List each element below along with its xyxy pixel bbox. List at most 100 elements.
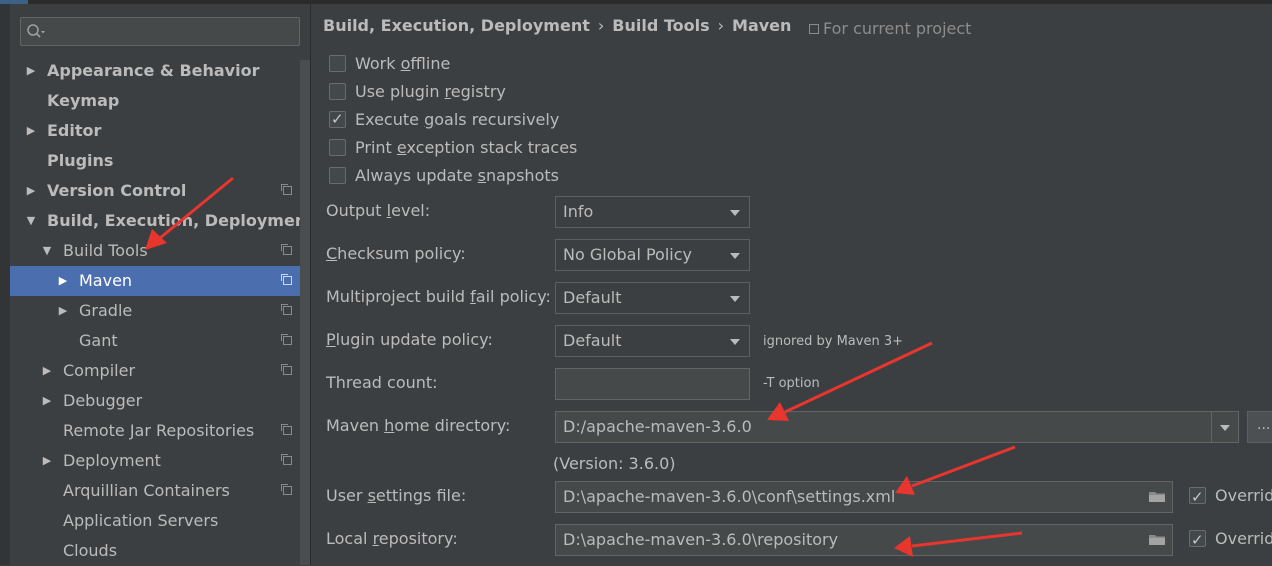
sidebar-item-editor[interactable]: ▶ Editor bbox=[10, 116, 300, 146]
sidebar-item-label: Compiler bbox=[63, 361, 136, 380]
chevron-down-icon bbox=[730, 253, 740, 259]
checkbox-box[interactable] bbox=[329, 83, 346, 100]
sidebar-item-remote-jar-repositories[interactable]: Remote Jar Repositories bbox=[10, 416, 300, 446]
sidebar-item-appearance-behavior[interactable]: ▶ Appearance & Behavior bbox=[10, 56, 300, 86]
sidebar-item-application-servers[interactable]: Application Servers bbox=[10, 506, 300, 536]
sidebar-item-label: Maven bbox=[79, 271, 133, 290]
sidebar-item-compiler[interactable]: ▶ Compiler bbox=[10, 356, 300, 386]
checkbox-box[interactable] bbox=[1189, 525, 1206, 555]
checkbox-label: Work offline bbox=[355, 54, 451, 73]
sidebar-item-label: Clouds bbox=[63, 541, 118, 560]
sidebar-edge bbox=[0, 4, 10, 565]
sidebar-item-build-execution-deployment[interactable]: ▼ Build, Execution, Deployment bbox=[10, 206, 314, 236]
sidebar-item-label: Plugins bbox=[47, 151, 114, 170]
collapsed-arrow-icon[interactable]: ▶ bbox=[40, 446, 54, 476]
sidebar-item-label: Deployment bbox=[63, 451, 161, 470]
project-scope-icon bbox=[281, 454, 292, 465]
project-scope-icon bbox=[281, 184, 292, 195]
sidebar-item-label: Arquillian Containers bbox=[63, 481, 230, 500]
breadcrumb-part-build-execution[interactable]: Build, Execution, Deployment bbox=[323, 16, 590, 35]
chevron-down-icon bbox=[730, 339, 740, 345]
sidebar-item-label: Gant bbox=[79, 331, 118, 350]
sidebar-scrollbar[interactable] bbox=[300, 60, 310, 565]
breadcrumb: Build, Execution, Deployment › Build Tools… bbox=[323, 16, 791, 35]
breadcrumb-part-build-tools[interactable]: Build Tools bbox=[612, 16, 709, 35]
scope-text: For current project bbox=[823, 19, 972, 38]
sidebar-item-label: Build, Execution, Deployment bbox=[47, 211, 314, 230]
expanded-arrow-icon[interactable]: ▼ bbox=[24, 206, 38, 236]
user-settings-input[interactable]: D:\apache-maven-3.6.0\conf\settings.xml bbox=[555, 481, 1173, 513]
maven-home-label: Maven home directory: bbox=[326, 416, 511, 435]
collapsed-arrow-icon[interactable]: ▶ bbox=[24, 116, 38, 146]
sidebar-item-keymap[interactable]: Keymap bbox=[10, 86, 300, 116]
sidebar-item-gradle[interactable]: ▶ Gradle bbox=[10, 296, 300, 326]
folder-icon[interactable] bbox=[1148, 533, 1166, 546]
folder-icon[interactable] bbox=[1148, 490, 1166, 503]
dropdown-value: Info bbox=[563, 202, 594, 221]
maven-home-browse-button[interactable]: ... bbox=[1247, 411, 1272, 443]
checkbox-label: Print exception stack traces bbox=[355, 138, 578, 157]
sidebar-item-version-control[interactable]: ▶ Version Control bbox=[10, 176, 300, 206]
user-settings-value: D:\apache-maven-3.6.0\conf\settings.xml bbox=[563, 487, 896, 506]
sidebar-item-plugins[interactable]: Plugins bbox=[10, 146, 300, 176]
project-scope-icon bbox=[281, 484, 292, 495]
checkbox-label: Always update snapshots bbox=[355, 166, 559, 185]
sidebar-item-build-tools[interactable]: ▼ Build Tools bbox=[10, 236, 300, 266]
sidebar-item-arquillian-containers[interactable]: Arquillian Containers bbox=[10, 476, 300, 506]
collapsed-arrow-icon[interactable]: ▶ bbox=[40, 356, 54, 386]
override-label: Override bbox=[1215, 529, 1272, 548]
collapsed-arrow-icon[interactable]: ▶ bbox=[40, 386, 54, 416]
checkbox-label: Use plugin registry bbox=[355, 82, 506, 101]
checkbox-box[interactable] bbox=[1189, 482, 1206, 512]
search-input[interactable] bbox=[49, 21, 293, 43]
breadcrumb-part-maven: Maven bbox=[732, 16, 792, 35]
maven-home-value: D:/apache-maven-3.6.0 bbox=[563, 417, 752, 436]
combo-divider bbox=[1211, 412, 1212, 442]
output-level-label: Output level: bbox=[326, 201, 431, 220]
dropdown-value: Default bbox=[563, 331, 622, 350]
thread-count-label: Thread count: bbox=[326, 373, 438, 392]
checkbox-box[interactable] bbox=[329, 167, 346, 184]
user-settings-label: User settings file: bbox=[326, 486, 467, 505]
local-repository-value: D:\apache-maven-3.6.0\repository bbox=[563, 530, 839, 549]
sidebar-item-gant[interactable]: Gant bbox=[10, 326, 300, 356]
thread-count-input[interactable] bbox=[555, 368, 750, 400]
plugin-update-note: ignored by Maven 3+ bbox=[763, 334, 903, 349]
collapsed-arrow-icon[interactable]: ▶ bbox=[56, 296, 70, 326]
chevron-down-icon[interactable] bbox=[1220, 425, 1230, 431]
plugin-update-policy-label: Plugin update policy: bbox=[326, 330, 493, 349]
maven-home-combo[interactable]: D:/apache-maven-3.6.0 bbox=[555, 411, 1239, 443]
override-label: Override bbox=[1215, 486, 1272, 505]
plugin-update-policy-dropdown[interactable]: Default bbox=[555, 325, 750, 357]
local-repository-input[interactable]: D:\apache-maven-3.6.0\repository bbox=[555, 524, 1173, 556]
checksum-policy-dropdown[interactable]: No Global Policy bbox=[555, 239, 750, 271]
collapsed-arrow-icon[interactable]: ▶ bbox=[24, 56, 38, 86]
chevron-down-icon bbox=[730, 210, 740, 216]
maven-settings-panel: Build, Execution, Deployment › Build Tools… bbox=[310, 4, 1272, 565]
thread-count-note: -T option bbox=[763, 376, 820, 391]
output-level-dropdown[interactable]: Info bbox=[555, 196, 750, 228]
settings-sidebar: ▶ Appearance & Behavior Keymap ▶ Editor Plugi… bbox=[0, 4, 314, 566]
sidebar-item-label: Gradle bbox=[79, 301, 133, 320]
checkbox-box[interactable] bbox=[329, 55, 346, 72]
sidebar-item-clouds[interactable]: Clouds bbox=[10, 536, 300, 566]
sidebar-item-label: Debugger bbox=[63, 391, 143, 410]
dropdown-value: No Global Policy bbox=[563, 245, 692, 264]
search-icon bbox=[27, 24, 45, 38]
checkbox-box[interactable] bbox=[329, 139, 346, 156]
project-scope-icon bbox=[281, 304, 292, 315]
sidebar-item-label: Application Servers bbox=[63, 511, 219, 530]
sidebar-item-label: Build Tools bbox=[63, 241, 148, 260]
checkbox-box[interactable] bbox=[329, 106, 346, 132]
dropdown-value: Default bbox=[563, 288, 622, 307]
multiproject-fail-policy-dropdown[interactable]: Default bbox=[555, 282, 750, 314]
sidebar-item-maven[interactable]: ▶ Maven bbox=[10, 266, 300, 296]
expanded-arrow-icon[interactable]: ▼ bbox=[40, 236, 54, 266]
sidebar-item-debugger[interactable]: ▶ Debugger bbox=[10, 386, 300, 416]
local-repository-label: Local repository: bbox=[326, 529, 458, 548]
sidebar-item-deployment[interactable]: ▶ Deployment bbox=[10, 446, 300, 476]
collapsed-arrow-icon[interactable]: ▶ bbox=[56, 266, 70, 296]
project-scope-icon bbox=[281, 334, 292, 345]
settings-search-field[interactable] bbox=[20, 17, 300, 46]
collapsed-arrow-icon[interactable]: ▶ bbox=[24, 176, 38, 206]
